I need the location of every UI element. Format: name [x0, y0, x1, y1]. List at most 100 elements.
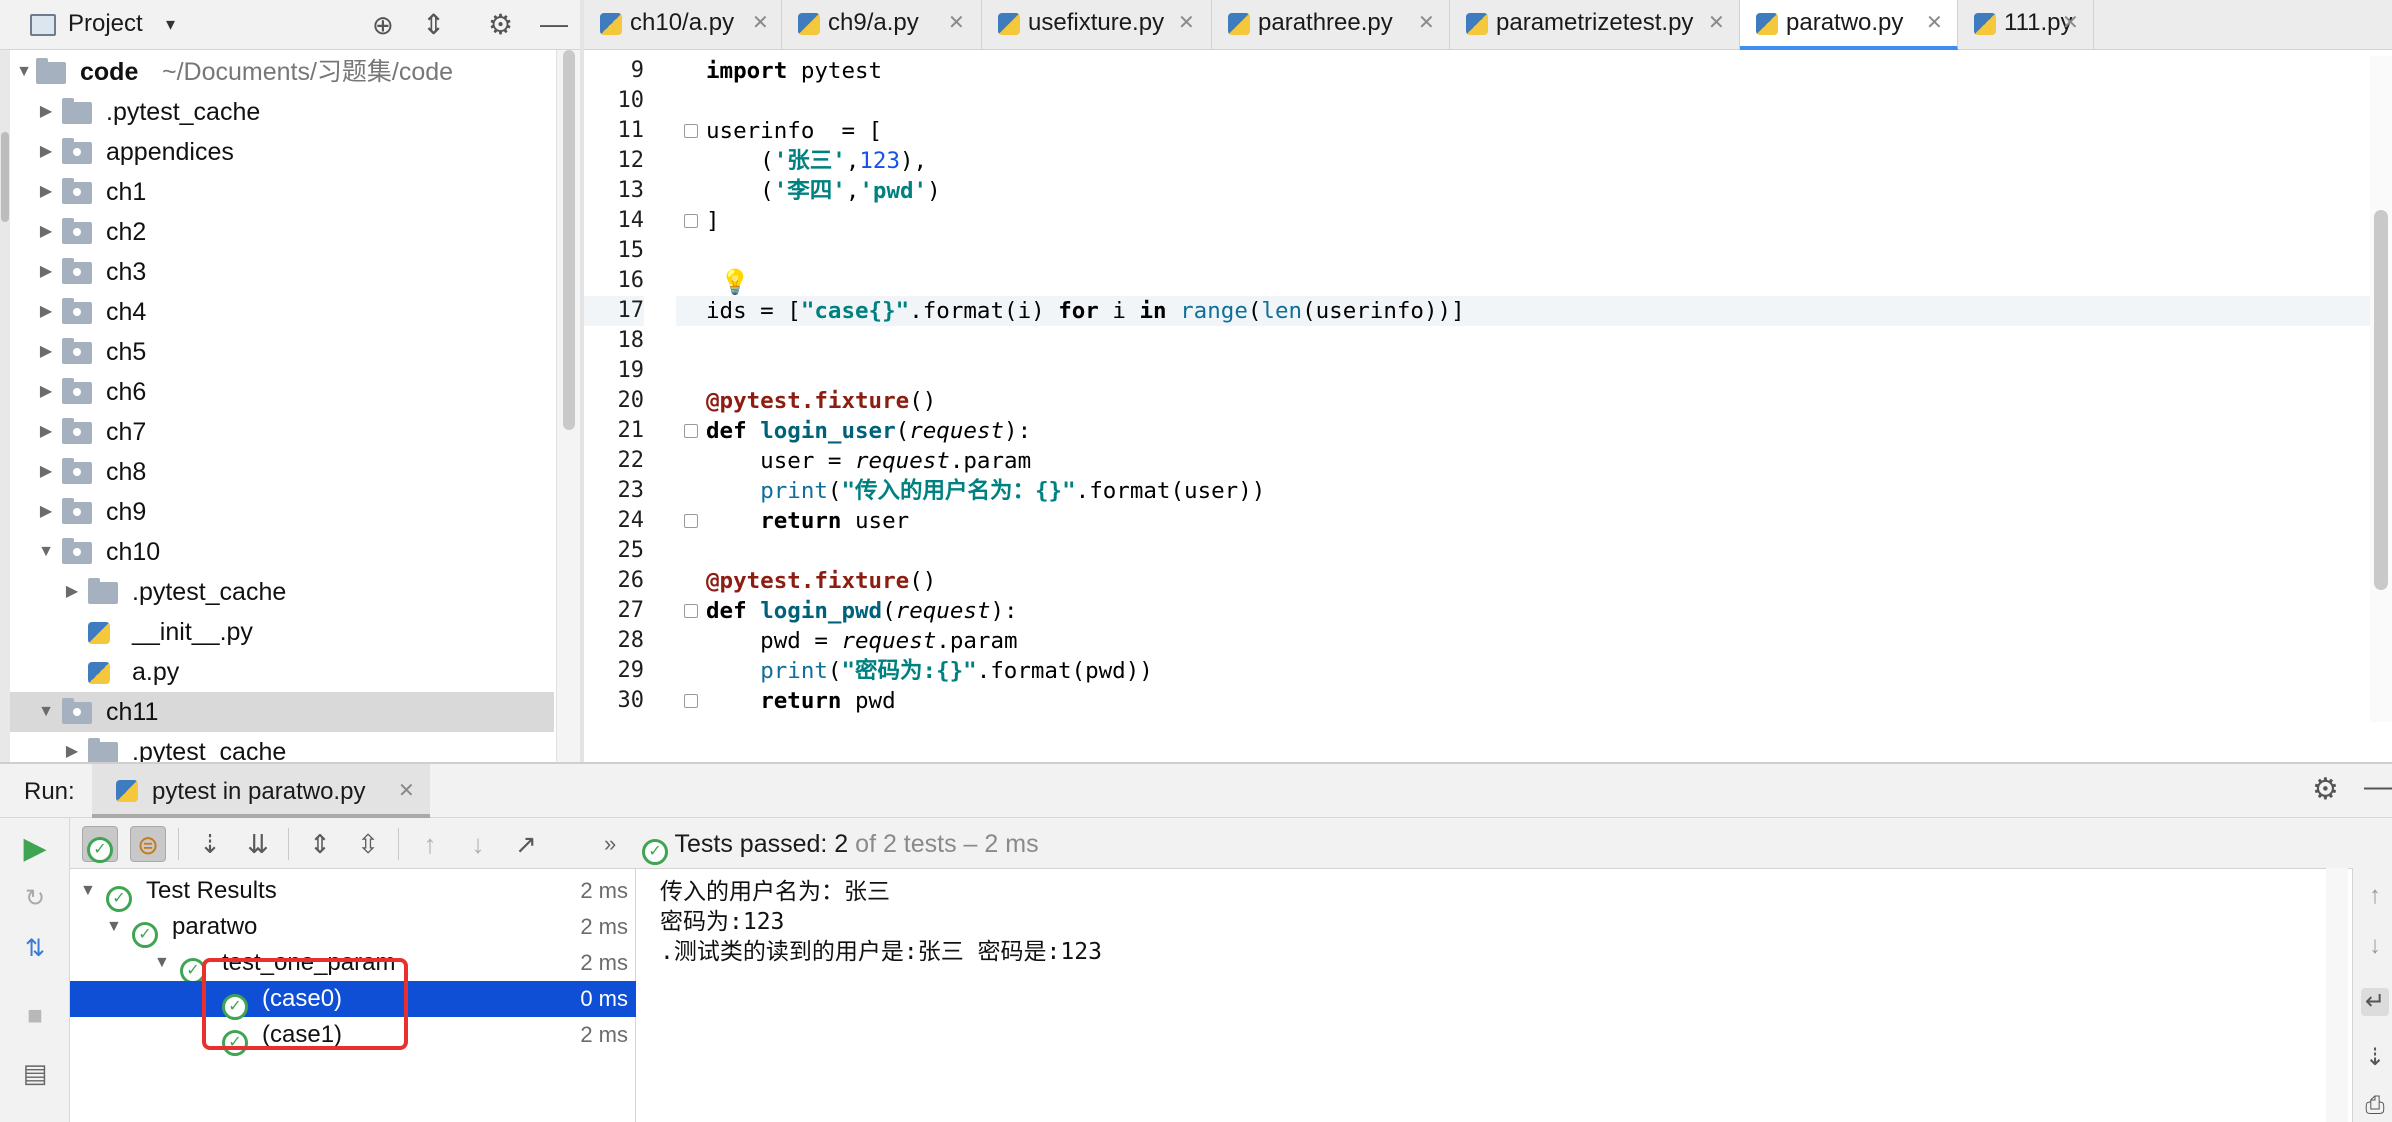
- tree-item[interactable]: ▶ ch5: [10, 332, 554, 372]
- chevron-down-icon[interactable]: ▾: [166, 14, 175, 35]
- tree-item[interactable]: ▼ ch10: [10, 532, 554, 572]
- tab-parametrizetest-py[interactable]: parametrizetest.py ✕: [1450, 0, 1740, 50]
- tab-ch10-a-py[interactable]: ch10/a.py ✕: [584, 0, 782, 50]
- chevron-down-icon[interactable]: ▼: [36, 532, 56, 572]
- code-line-27[interactable]: def login_pwd(request):: [706, 596, 1018, 626]
- console-scrollbar[interactable]: [2326, 868, 2348, 1122]
- collapse-all-icon[interactable]: ⇕: [422, 8, 445, 41]
- console-output[interactable]: 传入的用户名为：张三 密码为:123 .测试类的读到的用户是:张三 密码是:12…: [636, 868, 2352, 1122]
- chevron-down-icon[interactable]: ▼: [106, 909, 122, 945]
- rerun-failed-icon[interactable]: ↻: [18, 882, 52, 916]
- expand-all-icon[interactable]: ⇕: [302, 826, 338, 862]
- chevron-right-icon[interactable]: ▶: [62, 572, 82, 612]
- run-tab[interactable]: pytest in paratwo.py ✕: [92, 764, 430, 818]
- collapse-all-icon[interactable]: ⇳: [350, 826, 386, 862]
- tab-usefixture-py[interactable]: usefixture.py ✕: [982, 0, 1212, 50]
- editor-gutter[interactable]: [584, 56, 674, 722]
- tree-item[interactable]: ▶ ch3: [10, 252, 554, 292]
- tree-item[interactable]: ▶ ch6: [10, 372, 554, 412]
- code-line-26[interactable]: @pytest.fixture(): [706, 566, 936, 596]
- code-line-30[interactable]: return pwd: [706, 686, 895, 716]
- tree-item[interactable]: ▶ ch4: [10, 292, 554, 332]
- code-line-14[interactable]: ]: [706, 206, 720, 236]
- test-results-test-one-param[interactable]: ▼ ✓ test_one_param 2 ms: [70, 945, 636, 984]
- chevron-right-icon[interactable]: ▶: [36, 412, 56, 452]
- fold-marker-icon[interactable]: [684, 604, 698, 618]
- close-icon[interactable]: ✕: [2062, 0, 2079, 46]
- tree-item[interactable]: ▼ ch11: [10, 692, 554, 732]
- close-icon[interactable]: ✕: [752, 0, 769, 46]
- print-icon[interactable]: ⎙: [2361, 1092, 2389, 1120]
- code-line-23[interactable]: print("传入的用户名为：{}".format(user)): [706, 476, 1265, 506]
- toggle-auto-test-icon[interactable]: ⇅: [18, 932, 52, 966]
- chevron-right-icon[interactable]: ▶: [36, 452, 56, 492]
- chevron-right-icon[interactable]: ▶: [36, 172, 56, 212]
- test-results-root[interactable]: ▼ ✓ Test Results 2 ms: [70, 873, 636, 912]
- tab-ch9-a-py[interactable]: ch9/a.py ✕: [782, 0, 982, 50]
- tree-item[interactable]: ▶ ch9: [10, 492, 554, 532]
- chevron-right-icon[interactable]: ▶: [36, 292, 56, 332]
- chevron-right-icon[interactable]: ▶: [36, 372, 56, 412]
- lightbulb-icon[interactable]: 💡: [720, 268, 750, 297]
- soft-wrap-icon[interactable]: ↵: [2361, 988, 2389, 1016]
- code-line-13[interactable]: ('李四','pwd'): [706, 176, 940, 206]
- sort-alphabetically-icon[interactable]: ⇣: [192, 826, 228, 862]
- fold-marker-icon[interactable]: [684, 694, 698, 708]
- tab-111-py[interactable]: 111.py ✕: [1958, 0, 2094, 50]
- chevron-right-icon[interactable]: ▶: [36, 212, 56, 252]
- close-icon[interactable]: ✕: [1926, 0, 1943, 46]
- tree-item[interactable]: ▶ ch1: [10, 172, 554, 212]
- close-icon[interactable]: ✕: [1708, 0, 1725, 46]
- code-line-11[interactable]: userinfo = [: [706, 116, 882, 146]
- gear-icon[interactable]: ⚙: [2312, 772, 2339, 807]
- next-test-icon[interactable]: ↓: [460, 826, 496, 862]
- code-line-21[interactable]: def login_user(request):: [706, 416, 1031, 446]
- code-line-12[interactable]: ('张三',123),: [706, 146, 927, 176]
- test-results-case0[interactable]: ✓ (case0) 0 ms: [70, 981, 636, 1020]
- fold-marker-icon[interactable]: [684, 214, 698, 228]
- tree-scrollbar[interactable]: [556, 50, 580, 762]
- chevron-down-icon[interactable]: ▼: [154, 945, 170, 981]
- chevron-down-icon[interactable]: ▼: [80, 873, 96, 909]
- editor-scrollbar[interactable]: [2370, 56, 2392, 722]
- fold-marker-icon[interactable]: [684, 124, 698, 138]
- minimize-icon[interactable]: —: [2364, 770, 2392, 804]
- tree-item[interactable]: ▶ .pytest_cache: [10, 732, 554, 762]
- chevron-down-icon[interactable]: ▼: [14, 52, 34, 92]
- sort-by-duration-icon[interactable]: ⇊: [240, 826, 276, 862]
- tree-item[interactable]: ▶ appendices: [10, 132, 554, 172]
- project-view-selector[interactable]: Project: [68, 10, 143, 38]
- chevron-right-icon[interactable]: ▶: [36, 252, 56, 292]
- tree-item[interactable]: ▶ ch8: [10, 452, 554, 492]
- tree-root[interactable]: ▼ code ~/Documents/习题集/code: [10, 52, 554, 92]
- test-results-paratwo[interactable]: ▼ ✓ paratwo 2 ms: [70, 909, 636, 948]
- tab-paratwo-py[interactable]: paratwo.py ✕: [1740, 0, 1958, 50]
- previous-test-icon[interactable]: ↑: [412, 826, 448, 862]
- layout-icon[interactable]: ▤: [18, 1056, 52, 1090]
- chevron-right-icon[interactable]: ▶: [36, 92, 56, 132]
- show-passed-button[interactable]: ✓: [82, 826, 118, 863]
- export-results-icon[interactable]: ↗: [508, 826, 544, 862]
- scroll-to-end-icon[interactable]: ⇣: [2361, 1044, 2389, 1072]
- close-icon[interactable]: ✕: [1178, 0, 1195, 46]
- arrow-down-icon[interactable]: ↓: [2361, 932, 2389, 960]
- stop-icon[interactable]: ■: [18, 998, 52, 1032]
- tree-item[interactable]: a.py: [10, 652, 554, 692]
- tree-scrollbar-thumb[interactable]: [563, 50, 575, 430]
- code-line-29[interactable]: print("密码为:{}".format(pwd)): [706, 656, 1153, 686]
- fold-marker-icon[interactable]: [684, 514, 698, 528]
- arrow-up-icon[interactable]: ↑: [2361, 882, 2389, 910]
- tab-parathree-py[interactable]: parathree.py ✕: [1212, 0, 1450, 50]
- code-line-20[interactable]: @pytest.fixture(): [706, 386, 936, 416]
- close-icon[interactable]: ✕: [398, 778, 415, 803]
- code-editor[interactable]: import pytest userinfo = [ ('张三',123), (…: [676, 56, 2382, 722]
- test-results-case1[interactable]: ✓ (case1) 2 ms: [70, 1017, 636, 1056]
- chevron-right-icon[interactable]: ▶: [36, 332, 56, 372]
- code-line-22[interactable]: user = request.param: [706, 446, 1031, 476]
- tree-item[interactable]: ▶ .pytest_cache: [10, 92, 554, 132]
- editor-scrollbar-thumb[interactable]: [2374, 210, 2388, 590]
- code-line-28[interactable]: pwd = request.param: [706, 626, 1017, 656]
- fold-marker-icon[interactable]: [684, 424, 698, 438]
- code-line-24[interactable]: return user: [706, 506, 909, 536]
- chevron-down-icon[interactable]: ▼: [36, 692, 56, 732]
